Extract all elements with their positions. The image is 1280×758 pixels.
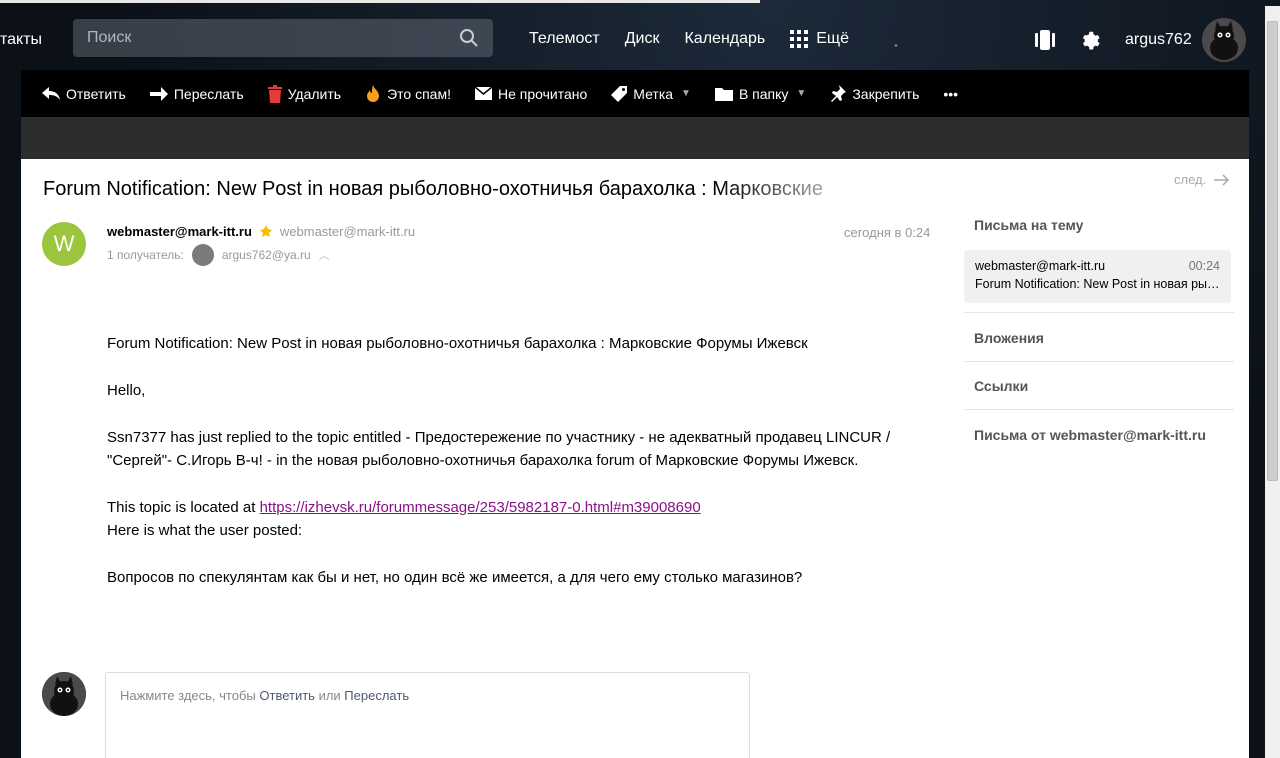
message-view: Forum Notification: New Post in новая ры…: [21, 159, 1249, 758]
trash-icon: [267, 84, 282, 103]
thread-item-subject: Forum Notification: New Post in новая ры…: [975, 277, 1220, 291]
chevron-down-icon: ▼: [796, 88, 807, 99]
body-location: This topic is located at https://izhevsk…: [107, 496, 927, 542]
quick-reply-link[interactable]: Ответить: [259, 688, 315, 703]
next-message-link[interactable]: след.: [1174, 172, 1230, 187]
reply-prompt-prefix: Нажмите здесь, чтобы: [120, 688, 260, 703]
chevron-up-icon[interactable]: ︿: [319, 247, 330, 263]
topic-link[interactable]: https://izhevsk.ru/forummessage/253/5982…: [260, 499, 701, 516]
recipients-label: 1 получатель:: [107, 248, 184, 262]
service-nav: Телемост Диск Календарь Ещё: [529, 30, 849, 48]
quick-forward-link[interactable]: Переслать: [344, 688, 409, 703]
body-paragraph: Ssn7377 has just replied to the topic en…: [107, 429, 891, 469]
recipients-line: 1 получатель: argus762@ya.ru ︿: [107, 244, 330, 266]
pin-icon: [831, 84, 847, 102]
envelope-icon: [474, 87, 492, 100]
sender-avatar[interactable]: W: [42, 222, 86, 266]
message-date: сегодня в 0:24: [844, 225, 931, 240]
links-section[interactable]: Ссылки: [974, 378, 1028, 394]
move-to-folder-label: В папку: [738, 85, 789, 102]
nav-calendar[interactable]: Календарь: [684, 30, 765, 48]
message-toolbar: Ответить Переслать Удалить Это спам! Не …: [21, 70, 1249, 117]
nav-contacts-link[interactable]: такты: [0, 31, 42, 49]
top-progress-line: [0, 0, 760, 3]
thread-item-from: webmaster@mark-itt.ru: [975, 259, 1106, 273]
search-icon[interactable]: [459, 28, 479, 48]
recipient-avatar: [191, 244, 214, 266]
reply-button[interactable]: Ответить: [42, 86, 126, 102]
my-avatar: [42, 672, 86, 716]
reply-prompt-or: или: [314, 688, 345, 703]
thread-item-time: 00:24: [1188, 259, 1220, 273]
search-input[interactable]: [87, 29, 459, 47]
attachments-section[interactable]: Вложения: [974, 330, 1044, 346]
tag-icon: [611, 85, 628, 102]
message-body: Forum Notification: New Post in новая ры…: [107, 332, 927, 613]
more-actions-button[interactable]: •••: [943, 86, 958, 102]
delete-label: Удалить: [287, 85, 342, 102]
page-scrollbar[interactable]: [1265, 6, 1280, 758]
location-prefix: This topic is located at: [107, 499, 260, 516]
header-tools: argus762: [1033, 18, 1246, 62]
mark-unread-label: Не прочитано: [497, 85, 588, 102]
forward-icon: [149, 86, 168, 101]
nav-telemost[interactable]: Телемост: [529, 30, 600, 48]
body-line: Forum Notification: New Post in новая ры…: [107, 335, 808, 352]
chevron-down-icon: ▼: [681, 88, 691, 99]
scrollbar-thumb[interactable]: [1267, 21, 1278, 481]
mark-unread-button[interactable]: Не прочитано: [474, 85, 588, 102]
next-label: след.: [1174, 172, 1207, 187]
body-quote: Вопросов по спекулянтам как бы и нет, но…: [107, 569, 803, 586]
posted-line: Here is what the user posted:: [107, 522, 303, 539]
verified-icon: [259, 224, 272, 237]
label-label: Метка: [633, 85, 674, 102]
forward-button[interactable]: Переслать: [149, 85, 244, 102]
sender-email[interactable]: webmaster@mark-itt.ru: [280, 224, 415, 239]
nav-more-label: Ещё: [816, 30, 849, 47]
thread-item[interactable]: webmaster@mark-itt.ru 00:24 Forum Notifi…: [964, 250, 1231, 303]
user-avatar[interactable]: [1201, 18, 1246, 62]
move-to-folder-button[interactable]: В папку ▼: [714, 85, 807, 102]
pin-label: Закрепить: [852, 85, 920, 102]
spam-button[interactable]: Это спам!: [365, 84, 451, 103]
divider: [964, 361, 1234, 362]
label-button[interactable]: Метка ▼: [611, 85, 691, 102]
reply-label: Ответить: [66, 85, 126, 102]
quick-reply-box[interactable]: Нажмите здесь, чтобы Ответить или Пересл…: [105, 672, 750, 758]
top-header: такты Телемост Диск Календарь Ещё argus7…: [0, 6, 1265, 70]
arrow-right-icon: [1214, 173, 1230, 186]
sender-line: webmaster@mark-itt.ru webmaster@mark-itt…: [107, 224, 415, 239]
pin-button[interactable]: Закрепить: [830, 84, 920, 103]
thread-section-title[interactable]: Письма на тему: [974, 217, 1083, 233]
body-greeting: Hello,: [107, 382, 146, 399]
reply-icon: [42, 86, 60, 100]
delete-button[interactable]: Удалить: [267, 84, 342, 103]
sender-name[interactable]: webmaster@mark-itt.ru: [107, 224, 252, 239]
nav-disk[interactable]: Диск: [625, 30, 660, 48]
username[interactable]: argus762: [1125, 31, 1192, 49]
nav-more[interactable]: Ещё: [790, 30, 849, 48]
search-box[interactable]: [73, 19, 493, 57]
from-sender-section[interactable]: Письма от webmaster@mark-itt.ru: [974, 427, 1206, 443]
grid-icon: [790, 30, 809, 48]
toolbar-subbar: [21, 117, 1249, 159]
message-subject: Forum Notification: New Post in новая ры…: [43, 178, 823, 200]
divider: [964, 409, 1234, 410]
layout-icon[interactable]: [1033, 28, 1057, 52]
spam-label: Это спам!: [387, 85, 451, 102]
folder-icon: [714, 87, 733, 101]
divider: [964, 312, 1234, 313]
gear-icon[interactable]: [1079, 28, 1103, 52]
fire-icon: [367, 84, 380, 102]
recipient-email[interactable]: argus762@ya.ru: [222, 248, 311, 262]
forward-label: Переслать: [173, 85, 244, 102]
